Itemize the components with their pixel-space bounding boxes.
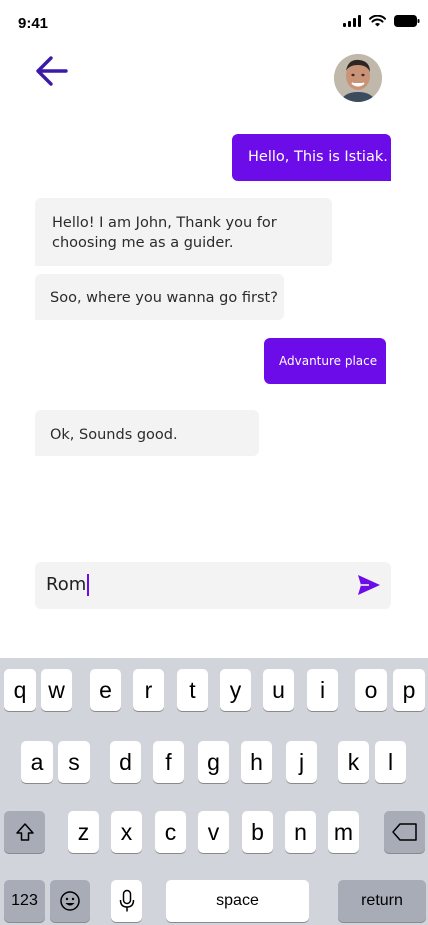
key-w[interactable]: w [41, 669, 72, 711]
key-label: return [361, 892, 403, 909]
key-o[interactable]: o [355, 669, 387, 711]
message-incoming: Soo, where you wanna go first? [35, 274, 284, 320]
key-label: d [119, 748, 132, 775]
key-q[interactable]: q [4, 669, 36, 711]
space-key[interactable]: space [166, 880, 309, 922]
text-caret [87, 574, 90, 596]
key-label: t [189, 676, 196, 703]
key-e[interactable]: e [90, 669, 121, 711]
key-s[interactable]: s [58, 741, 90, 783]
dictation-key[interactable] [111, 880, 142, 922]
key-label: w [48, 676, 65, 703]
message-text: Ok, Sounds good. [50, 427, 178, 443]
wifi-icon [369, 15, 386, 27]
key-b[interactable]: b [242, 811, 273, 853]
key-label: z [77, 818, 90, 845]
status-time: 9:41 [18, 15, 49, 32]
key-label: 123 [11, 892, 38, 909]
key-label: b [251, 818, 264, 845]
return-key[interactable]: return [338, 880, 426, 922]
key-label: x [120, 818, 133, 845]
back-button[interactable] [34, 54, 70, 88]
message-text-line: choosing me as a guider. [52, 235, 234, 251]
key-label: h [250, 748, 263, 775]
emoji-icon [60, 891, 80, 911]
key-z[interactable]: z [68, 811, 99, 853]
message-incoming: Hello! I am John, Thank you for choosing… [35, 198, 332, 266]
key-label: y [229, 676, 242, 703]
key-l[interactable]: l [375, 741, 406, 783]
avatar[interactable] [334, 54, 382, 102]
key-label: a [30, 748, 44, 775]
message-input[interactable]: Rom [46, 574, 90, 596]
key-y[interactable]: y [220, 669, 251, 711]
message-text: Advanture place [279, 354, 378, 368]
key-h[interactable]: h [241, 741, 272, 783]
key-i[interactable]: i [307, 669, 338, 711]
key-c[interactable]: c [155, 811, 186, 853]
send-icon [358, 575, 380, 595]
key-label: u [272, 676, 285, 703]
user-avatar-icon [334, 54, 382, 102]
message-text-line: Hello! I am John, Thank you for [52, 215, 277, 231]
key-t[interactable]: t [177, 669, 208, 711]
key-label: e [99, 676, 112, 703]
key-label: q [13, 676, 27, 703]
numbers-key[interactable]: 123 [4, 880, 45, 922]
key-label: m [333, 818, 354, 845]
key-d[interactable]: d [110, 741, 141, 783]
key-p[interactable]: p [393, 669, 425, 711]
key-n[interactable]: n [285, 811, 316, 853]
key-v[interactable]: v [198, 811, 229, 853]
key-label: n [294, 818, 307, 845]
shift-icon [15, 823, 34, 841]
backspace-icon [391, 823, 417, 841]
microphone-icon [119, 889, 134, 912]
key-label: j [298, 748, 305, 775]
send-button[interactable] [357, 574, 381, 596]
key-r[interactable]: r [133, 669, 164, 711]
key-label: o [364, 676, 378, 703]
key-label: c [164, 818, 177, 845]
key-a[interactable]: a [21, 741, 53, 783]
key-label: r [144, 676, 153, 703]
shift-key[interactable] [4, 811, 45, 853]
arrow-left-icon [36, 56, 68, 86]
key-label: p [402, 676, 416, 703]
message-outgoing: Advanture place [264, 338, 386, 384]
key-label: v [207, 818, 220, 845]
key-label: f [165, 748, 172, 775]
key-m[interactable]: m [328, 811, 359, 853]
message-composer: Rom [35, 562, 391, 609]
delete-key[interactable] [384, 811, 425, 853]
key-j[interactable]: j [286, 741, 317, 783]
battery-icon [394, 15, 420, 27]
key-label: i [319, 676, 326, 703]
key-label: l [387, 748, 394, 775]
key-label: g [207, 748, 220, 775]
status-icons [343, 15, 420, 27]
message-incoming: Ok, Sounds good. [35, 410, 259, 456]
emoji-key[interactable] [50, 880, 90, 922]
key-k[interactable]: k [338, 741, 369, 783]
message-text: Soo, where you wanna go first? [50, 290, 278, 306]
key-label: s [68, 748, 80, 775]
key-g[interactable]: g [198, 741, 229, 783]
message-outgoing: Hello, This is Istiak. [232, 134, 391, 181]
message-input-value: Rom [46, 574, 87, 595]
key-label: space [216, 892, 259, 909]
key-label: k [347, 748, 360, 775]
key-f[interactable]: f [153, 741, 184, 783]
message-text: Hello, This is Istiak. [248, 149, 388, 165]
keyboard: q w e r t y u i o p a s d f g h j k l z … [0, 658, 428, 925]
key-u[interactable]: u [263, 669, 294, 711]
status-bar: 9:41 [0, 0, 428, 48]
cellular-signal-icon [343, 15, 361, 27]
key-x[interactable]: x [111, 811, 142, 853]
